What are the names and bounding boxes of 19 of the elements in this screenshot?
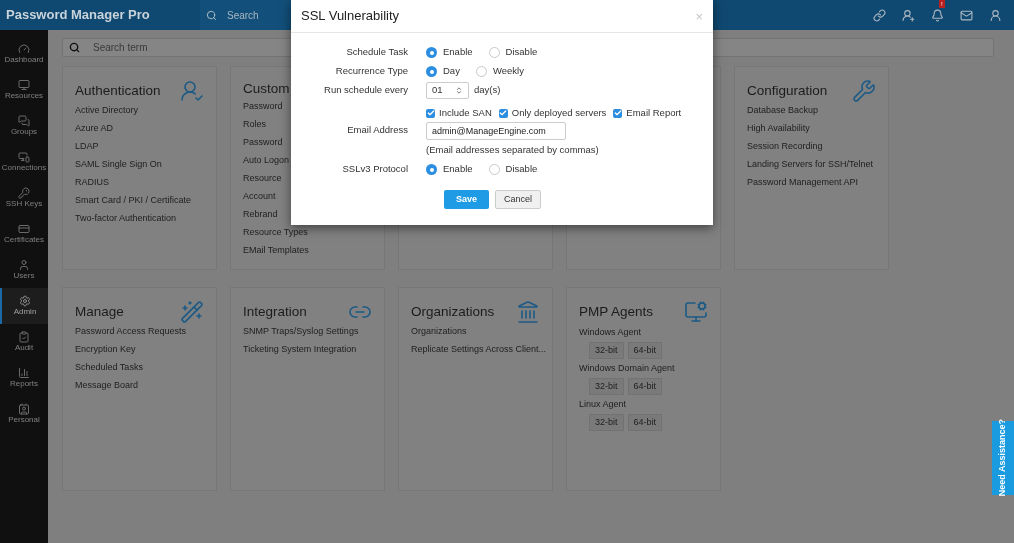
card-title: Custom [243,80,290,98]
field-label: SSLv3 Protocol [342,162,408,177]
agent-name: Linux Agent [579,398,627,411]
agent-name: Windows Agent [579,326,642,339]
field-label: Recurrence Type [335,64,408,79]
dialog-title: SSL Vulnerability [301,7,400,26]
card-title: Manage [75,302,124,321]
unit-label: day(s) [474,83,501,98]
card-title: Organizations [411,302,495,321]
agent-name: Windows Domain Agent [579,362,675,375]
card-title: Integration [243,302,307,321]
card-title: Configuration [747,81,828,100]
card-title: PMP Agents [579,302,654,321]
field-label: Run schedule every [324,83,408,98]
field-label: Email Address [347,123,408,138]
field-label: Schedule Task [346,45,408,60]
hint-text: (Email addresses separated by commas) [426,142,599,157]
app-logo: Password Manager Pro [5,6,151,25]
card-title: Authentication [75,81,161,100]
